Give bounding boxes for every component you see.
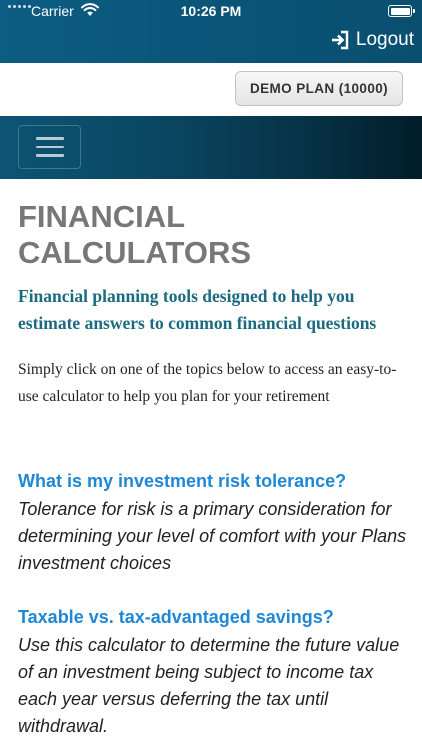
logout-button[interactable]: Logout bbox=[330, 27, 414, 53]
logout-label: Logout bbox=[355, 29, 414, 50]
status-bar: Carrier 10:26 PM bbox=[0, 0, 422, 22]
battery-icon bbox=[388, 5, 415, 17]
topic-description-taxable-savings: Use this calculator to determine the fut… bbox=[18, 635, 400, 736]
plan-bar: DEMO PLAN (10000) bbox=[0, 63, 422, 116]
logout-icon bbox=[331, 30, 349, 50]
plan-selector-button[interactable]: DEMO PLAN (10000) bbox=[235, 71, 403, 106]
topic-link-taxable-savings[interactable]: Taxable vs. tax-advantaged savings? bbox=[18, 607, 410, 628]
page-subtitle: Financial planning tools designed to hel… bbox=[18, 286, 377, 333]
app-header: Carrier 10:26 PM Logout bbox=[0, 0, 422, 63]
nav-bar bbox=[0, 116, 422, 179]
topic-link-risk-tolerance[interactable]: What is my investment risk tolerance? bbox=[18, 471, 410, 492]
hamburger-menu-icon[interactable] bbox=[18, 125, 81, 169]
topic-description-risk-tolerance: Tolerance for risk is a primary consider… bbox=[18, 499, 407, 573]
status-time: 10:26 PM bbox=[180, 3, 242, 19]
page-title: FINANCIAL CALCULATORS bbox=[18, 199, 252, 270]
intro-text: Simply click on one of the topics below … bbox=[18, 361, 397, 405]
